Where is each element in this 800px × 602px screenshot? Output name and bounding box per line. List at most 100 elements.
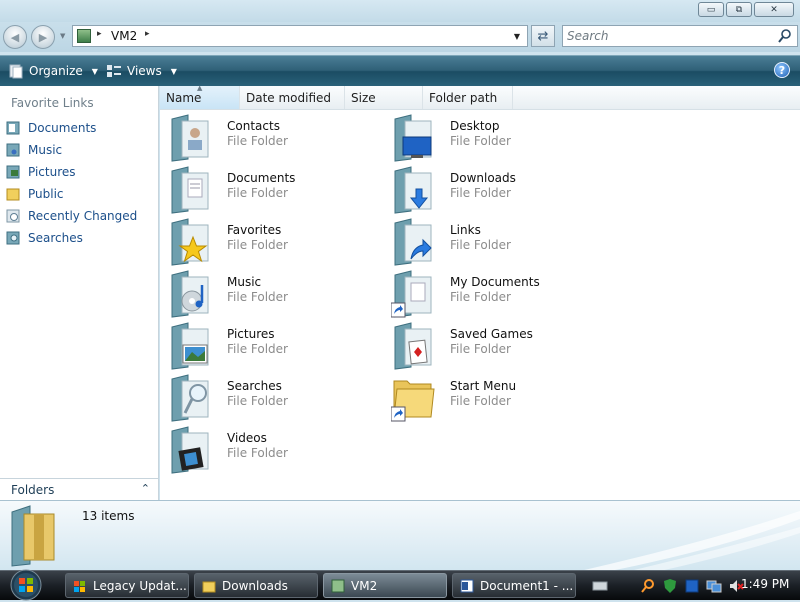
file-item-saved-games[interactable]: Saved Games File Folder — [391, 321, 611, 371]
folder-icon — [11, 505, 55, 567]
public-folder-icon — [6, 188, 20, 201]
file-item-videos[interactable]: Videos File Folder — [168, 425, 388, 475]
column-header-date-modified[interactable]: Date modified — [240, 86, 345, 109]
folder-icon — [202, 581, 216, 592]
breadcrumb-vm2[interactable]: VM2 — [111, 29, 137, 43]
views-icon — [107, 65, 121, 77]
contacts-folder-icon — [171, 114, 209, 162]
sidebar-item-recently-changed[interactable]: Recently Changed — [6, 206, 137, 226]
address-row: ◀ ▶ ▼ ▸ VM2 ▸ ▼ ⇄ — [0, 22, 800, 52]
videos-folder-icon — [171, 426, 209, 474]
search-icon[interactable] — [777, 28, 793, 44]
file-type: File Folder — [227, 186, 288, 200]
file-item-documents[interactable]: Documents File Folder — [168, 165, 388, 215]
display-icon[interactable] — [706, 578, 722, 594]
file-name: Downloads — [450, 171, 516, 185]
security-shield-icon[interactable] — [662, 578, 678, 594]
sidebar-item-label: Music — [28, 143, 63, 157]
desktop-folder-icon — [394, 114, 432, 162]
command-bar: Organize ▼ Views ▼ ? — [0, 55, 800, 86]
file-item-searches[interactable]: Searches File Folder — [168, 373, 388, 423]
file-type: File Folder — [450, 394, 511, 408]
search-input[interactable] — [567, 28, 767, 44]
views-button[interactable]: Views ▼ — [106, 56, 177, 86]
file-item-contacts[interactable]: Contacts File Folder — [168, 113, 388, 163]
file-item-pictures[interactable]: Pictures File Folder — [168, 321, 388, 371]
legacy-update-icon — [74, 580, 85, 592]
column-header-size[interactable]: Size — [345, 86, 423, 109]
downloads-folder-icon — [394, 166, 432, 214]
breadcrumb-separator[interactable]: ▸ — [97, 29, 102, 39]
file-list: Name ▲ Date modified Size Folder path Co… — [160, 84, 800, 500]
sidebar-item-searches[interactable]: Searches — [6, 228, 83, 248]
file-type: File Folder — [227, 290, 288, 304]
file-item-desktop[interactable]: Desktop File Folder — [391, 113, 611, 163]
file-type: File Folder — [450, 134, 511, 148]
file-type: File Folder — [450, 238, 511, 252]
word-document-icon — [460, 579, 474, 592]
start-menu-shortcut-icon — [391, 380, 435, 422]
address-bar[interactable]: ▸ VM2 ▸ ▼ — [72, 25, 528, 47]
file-name: Favorites — [227, 223, 282, 237]
column-header-folder-path[interactable]: Folder path — [423, 86, 513, 109]
folders-toggle[interactable]: Folders ⌃ — [0, 478, 158, 501]
help-button[interactable]: ? — [774, 62, 790, 78]
column-header-name[interactable]: Name ▲ — [160, 84, 240, 109]
minimize-button[interactable]: ▭ — [698, 2, 724, 17]
file-type: File Folder — [450, 342, 511, 356]
file-name: Videos — [227, 431, 267, 445]
start-orb-button[interactable] — [6, 568, 46, 602]
magnifier-icon[interactable] — [640, 578, 656, 594]
taskbar-button-label: Downloads — [222, 578, 288, 593]
refresh-button[interactable]: ⇄ — [531, 25, 555, 47]
organize-dropdown-icon: ▼ — [91, 66, 98, 76]
network-icon[interactable] — [684, 578, 700, 594]
refresh-icon: ⇄ — [537, 28, 549, 44]
sidebar-item-label: Recently Changed — [28, 209, 138, 223]
file-name: Start Menu — [450, 379, 517, 393]
clock[interactable]: 1:49 PM — [741, 577, 789, 591]
explorer-window: ▭ ⧉ ✕ ◀ ▶ ▼ ▸ VM2 ▸ ▼ ⇄ Search Organize … — [0, 0, 800, 570]
column-headers: Name ▲ Date modified Size Folder path — [160, 84, 800, 110]
sidebar-item-label: Documents — [28, 121, 97, 135]
views-slider-icon[interactable]: ▼ — [171, 67, 177, 76]
favorite-links-header: Favorite Links — [11, 96, 94, 110]
file-name: Documents — [227, 171, 296, 185]
close-button[interactable]: ✕ — [754, 2, 794, 17]
organize-icon — [9, 64, 23, 79]
sidebar-item-label: Searches — [28, 231, 83, 245]
file-item-links[interactable]: Links File Folder — [391, 217, 611, 267]
forward-button[interactable]: ▶ — [31, 25, 55, 49]
sidebar-item-pictures[interactable]: Pictures — [6, 162, 76, 182]
views-label: Views — [127, 64, 162, 78]
taskbar-button-vm2[interactable]: VM2 — [323, 573, 447, 598]
sidebar-item-music[interactable]: Music — [6, 140, 62, 160]
taskbar-button-document1[interactable]: Document1 - ... — [452, 573, 576, 598]
search-box[interactable] — [562, 25, 798, 47]
address-dropdown-button[interactable]: ▼ — [509, 26, 525, 46]
documents-icon — [6, 121, 20, 135]
taskbar-button-legacy-update[interactable]: Legacy Updat... — [65, 573, 189, 598]
file-item-my-documents[interactable]: My Documents File Folder — [391, 269, 611, 319]
file-name: Music — [227, 275, 262, 289]
breadcrumb-separator[interactable]: ▸ — [145, 29, 150, 39]
file-item-favorites[interactable]: Favorites File Folder — [168, 217, 388, 267]
file-item-downloads[interactable]: Downloads File Folder — [391, 165, 611, 215]
maximize-button[interactable]: ⧉ — [726, 2, 752, 17]
sidebar-item-public[interactable]: Public — [6, 184, 64, 204]
file-item-music[interactable]: Music File Folder — [168, 269, 388, 319]
taskbar-button-label: Legacy Updat... — [93, 578, 187, 593]
searches-folder-icon — [171, 374, 209, 422]
sidebar-item-documents[interactable]: Documents — [6, 118, 96, 138]
back-button[interactable]: ◀ — [3, 25, 27, 49]
music-folder-icon — [171, 270, 209, 318]
organize-button[interactable]: Organize ▼ — [8, 56, 98, 86]
taskbar-button-downloads[interactable]: Downloads — [194, 573, 318, 598]
file-name: Searches — [227, 379, 282, 393]
file-item-start-menu[interactable]: Start Menu File Folder — [391, 373, 611, 423]
back-arrow-icon: ◀ — [10, 30, 20, 44]
keyboard-icon[interactable] — [592, 580, 608, 592]
file-name: Desktop — [450, 119, 500, 133]
file-type: File Folder — [227, 394, 288, 408]
recent-pages-dropdown[interactable]: ▼ — [60, 32, 65, 40]
